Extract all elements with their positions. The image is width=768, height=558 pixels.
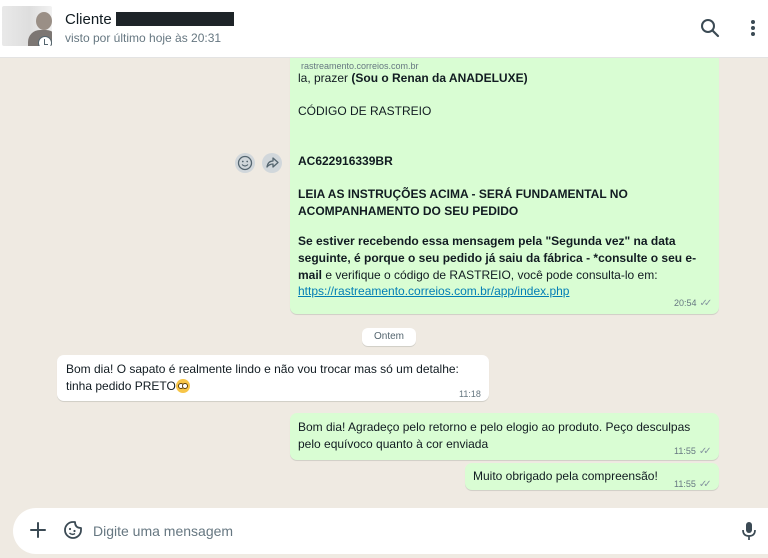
avatar-head — [36, 12, 52, 30]
note-rest-text: e verifique o código de RASTREIO, você p… — [322, 268, 658, 282]
message-body: Bom dia! O sapato é realmente lindo e nã… — [66, 361, 486, 395]
message-timestamp: 11:55 — [674, 446, 696, 456]
plus-icon — [30, 522, 46, 538]
message-bold-text: (Sou o Renan da ANADELUXE) — [351, 71, 528, 85]
mic-button[interactable] — [740, 520, 758, 542]
composer — [13, 508, 768, 554]
message-time: 11:55 ✓✓ — [674, 476, 712, 493]
outgoing-message[interactable]: Muito obrigado pela compreensão! 11:55 ✓✓ — [465, 463, 719, 490]
message-text: la, prazer — [298, 71, 352, 85]
outgoing-message[interactable]: rastreamento.correios.com.br la, prazer … — [290, 58, 719, 314]
double-check-icon: ✓✓ — [698, 446, 712, 457]
instructions-text: LEIA AS INSTRUÇÕES ACIMA - SERÁ FUNDAMEN… — [298, 187, 628, 218]
outgoing-message[interactable]: Bom dia! Agradeço pelo retorno e pelo el… — [290, 413, 719, 460]
message-timestamp: 11:55 — [674, 479, 696, 489]
mic-icon — [742, 522, 756, 540]
contact-name-text: Cliente — [65, 11, 112, 28]
message-text: Bom dia! Agradeço pelo retorno e pelo el… — [298, 420, 691, 451]
menu-button[interactable] — [741, 16, 765, 40]
double-check-icon: ✓✓ — [699, 298, 713, 309]
forward-button[interactable] — [262, 153, 282, 173]
incoming-message[interactable]: Bom dia! O sapato é realmente lindo e nã… — [57, 355, 489, 401]
search-icon — [701, 19, 720, 38]
emoji-icon — [237, 155, 253, 171]
react-button[interactable] — [235, 153, 255, 173]
message-line: la, prazer (Sou o Renan da ANADELUXE) — [298, 70, 528, 87]
attach-button[interactable] — [27, 519, 49, 541]
message-line: CÓDIGO DE RASTREIO — [298, 104, 432, 118]
message-text: Muito obrigado pela compreensão! — [473, 469, 658, 483]
flushed-emoji-icon — [175, 379, 190, 393]
contact-last-seen: visto por último hoje às 20:31 — [65, 31, 222, 45]
sticker-button[interactable] — [62, 519, 84, 541]
tracking-link[interactable]: https://rastreamento.correios.com.br/app… — [298, 283, 569, 300]
message-time: 20:54 ✓✓ — [674, 295, 713, 312]
note-text: Se estiver recebendo essa mensagem pela … — [298, 233, 710, 284]
kebab-menu-icon — [751, 20, 755, 36]
sticker-icon — [64, 521, 82, 539]
tracking-code: AC622916339BR — [298, 154, 393, 168]
redacted-name-bar — [115, 12, 234, 26]
search-button[interactable] — [698, 16, 722, 40]
chat-panel[interactable]: rastreamento.correios.com.br la, prazer … — [0, 58, 768, 500]
message-input[interactable] — [93, 516, 693, 546]
contact-avatar[interactable] — [2, 6, 52, 46]
message-time: 11:55 ✓✓ — [674, 443, 712, 460]
message-timestamp: 11:18 — [459, 389, 481, 399]
forward-icon — [266, 157, 279, 168]
message-text: Bom dia! O sapato é realmente lindo e nã… — [66, 362, 459, 393]
composer-bar — [0, 500, 768, 558]
clock-icon — [38, 36, 52, 46]
double-check-icon: ✓✓ — [698, 479, 712, 490]
message-timestamp: 20:54 — [674, 298, 697, 308]
chat-header: Cliente visto por último hoje às 20:31 — [0, 0, 768, 58]
date-divider: Ontem — [362, 328, 416, 346]
contact-name[interactable]: Cliente — [65, 11, 234, 28]
